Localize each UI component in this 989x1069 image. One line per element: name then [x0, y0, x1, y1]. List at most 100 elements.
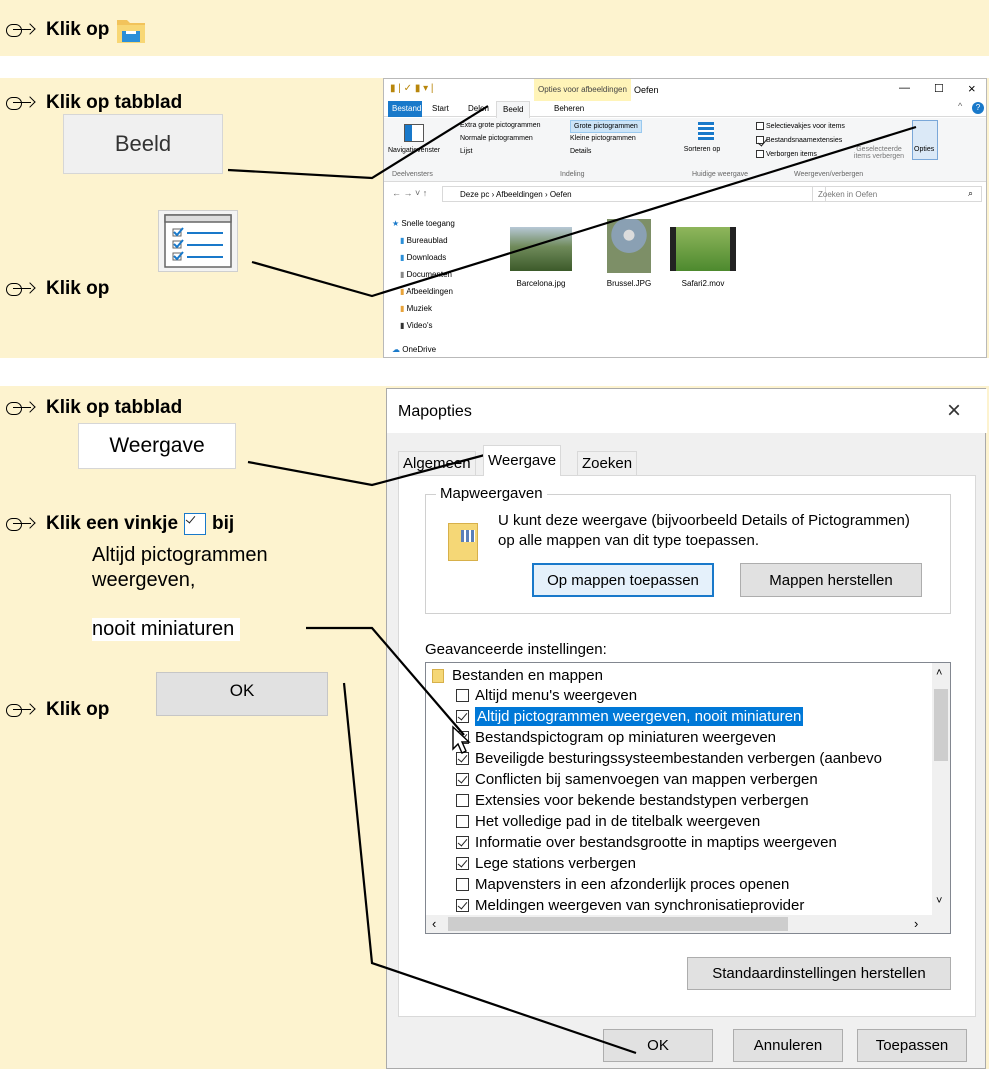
navigation-pane-label[interactable]: Navigatievenster [388, 147, 440, 154]
step-1-text: Klik op [46, 19, 110, 40]
file-barcelona[interactable]: Barcelona.jpg [510, 227, 572, 288]
nav-item-downloads[interactable]: ▮ Downloads [400, 253, 446, 262]
group-indeling: Indeling [560, 171, 585, 178]
scroll-left-icon[interactable]: ‹ [432, 916, 436, 931]
cancel-button[interactable]: Annuleren [733, 1029, 843, 1062]
check-selectievakjes[interactable]: Selectievakjes voor items [756, 122, 845, 130]
check-extensies[interactable]: Bestandsnaamextensies [756, 136, 842, 144]
advanced-settings-tree[interactable]: Bestanden en mappen Altijd menu's weerge… [425, 662, 951, 934]
setting-row-7[interactable]: Informatie over bestandsgrootte in mapti… [456, 832, 837, 853]
options-ribbon-button[interactable] [912, 120, 938, 160]
file-explorer-icon[interactable] [115, 14, 147, 46]
step-5-text-a: Klik een vinkje [46, 513, 179, 534]
help-icon[interactable]: ? [972, 102, 984, 114]
nav-item-desktop[interactable]: ▮ Bureaublad [400, 236, 448, 245]
nav-item-onedrive[interactable]: ☁ OneDrive [392, 345, 436, 354]
folder-options-dialog: Mapopties × Algemeen Weergave Zoeken Map… [386, 388, 987, 1069]
layout-list[interactable]: Lijst [460, 148, 472, 155]
scroll-down-icon[interactable]: ˅ [936, 895, 942, 907]
nav-item-documents[interactable]: ▮ Documenten [400, 270, 452, 279]
sort-icon[interactable] [698, 122, 714, 140]
setting-checkbox-6[interactable] [456, 815, 469, 828]
ok-button-sample[interactable]: OK [156, 672, 328, 716]
checkmark-sample-icon [184, 513, 207, 535]
nav-item-pictures[interactable]: ▮ Afbeeldingen [400, 287, 453, 296]
tab-beeld[interactable]: Beeld [496, 101, 531, 118]
ribbon-collapse-icon[interactable]: ^ [958, 101, 962, 111]
setting-row-0[interactable]: Altijd menu's weergeven [456, 685, 637, 706]
tab-bestand[interactable]: Bestand [388, 101, 422, 117]
setting-checkbox-7[interactable] [456, 836, 469, 849]
setting-row-9[interactable]: Mapvensters in een afzonderlijk proces o… [456, 874, 789, 895]
setting-row-4[interactable]: Conflicten bij samenvoegen van mappen ve… [456, 769, 818, 790]
check-verborgen[interactable]: Verborgen items [756, 150, 817, 158]
setting-checkbox-9[interactable] [456, 878, 469, 891]
setting-checkbox-1[interactable] [456, 710, 469, 723]
minimize-button[interactable]: — [899, 82, 910, 94]
scroll-h-thumb[interactable] [448, 917, 788, 931]
nav-item-videos[interactable]: ▮ Video's [400, 321, 432, 330]
setting-row-6[interactable]: Het volledige pad in de titelbalk weerge… [456, 811, 760, 832]
layout-details[interactable]: Details [570, 148, 591, 155]
quick-access-toolbar-icons[interactable]: ▮ | ✓ ▮ ▾ | [390, 83, 434, 94]
hide-selected-label[interactable]: Geselecteerde items verbergen [850, 146, 908, 160]
layout-gallery: Extra grote pictogrammen Grote pictogram… [454, 120, 674, 164]
search-icon[interactable]: ⌕ [968, 188, 973, 199]
barcelona-label: Barcelona.jpg [516, 279, 566, 288]
options-list-icon [164, 214, 232, 268]
maximize-button[interactable]: ☐ [934, 82, 944, 95]
apply-button[interactable]: Toepassen [857, 1029, 967, 1062]
layout-normal[interactable]: Normale pictogrammen [460, 135, 533, 142]
nav-item-music[interactable]: ▮ Muziek [400, 304, 432, 313]
setting-row-8[interactable]: Lege stations verbergen [456, 853, 636, 874]
tab-delen[interactable]: Delen [468, 104, 489, 113]
brussel-label: Brussel.JPG [606, 279, 652, 288]
scroll-right-icon[interactable]: › [914, 916, 918, 931]
setting-row-2[interactable]: Bestandspictogram op miniaturen weergeve… [456, 727, 776, 748]
tab-algemeen[interactable]: Algemeen [398, 451, 476, 475]
setting-checkbox-5[interactable] [456, 794, 469, 807]
scroll-thumb[interactable] [934, 689, 948, 761]
tree-root[interactable]: Bestanden en mappen [432, 665, 603, 686]
navigation-pane-icon[interactable] [404, 124, 424, 142]
horizontal-scrollbar[interactable]: ‹ › [426, 915, 932, 933]
restore-defaults-button[interactable]: Standaardinstellingen herstellen [687, 957, 951, 990]
dialog-close-button[interactable]: × [947, 397, 961, 425]
apply-to-folders-button[interactable]: Op mappen toepassen [532, 563, 714, 597]
weergave-tab-sample[interactable]: Weergave [78, 423, 236, 469]
brussel-thumbnail [607, 219, 651, 273]
tab-start[interactable]: Start [432, 104, 449, 113]
setting-checkbox-10[interactable] [456, 899, 469, 912]
close-button[interactable]: × [968, 81, 976, 96]
options-button-sample[interactable] [158, 210, 238, 272]
nav-arrows[interactable]: ← → ˅ ↑ [392, 188, 427, 198]
setting-checkbox-4[interactable] [456, 773, 469, 786]
file-brussel[interactable]: Brussel.JPG [598, 219, 660, 288]
nav-item-quick[interactable]: ★ Snelle toegang [392, 219, 455, 228]
layout-small[interactable]: Kleine pictogrammen [570, 135, 636, 142]
vertical-scrollbar[interactable]: ˄ ˅ [932, 663, 950, 915]
scroll-up-icon[interactable]: ˄ [936, 667, 942, 679]
setting-row-10[interactable]: Meldingen weergeven van synchronisatiepr… [456, 895, 804, 916]
setting-row-5[interactable]: Extensies voor bekende bestandstypen ver… [456, 790, 809, 811]
sort-label[interactable]: Sorteren op [682, 146, 722, 153]
option-name-line-2: weergeven, [92, 569, 196, 591]
folder-views-text: U kunt deze weergave (bijvoorbeeld Detai… [498, 512, 910, 549]
ok-button[interactable]: OK [603, 1029, 713, 1062]
tab-zoeken[interactable]: Zoeken [577, 451, 638, 475]
options-ribbon-label[interactable]: Opties [914, 146, 934, 153]
setting-row-3[interactable]: Beveiligde besturingssysteembestanden ve… [456, 748, 882, 769]
step-1: Klik op [6, 14, 147, 46]
tab-beheren[interactable]: Beheren [554, 104, 584, 113]
setting-checkbox-0[interactable] [456, 689, 469, 702]
beeld-tab-sample[interactable]: Beeld [63, 114, 223, 174]
tab-weergave[interactable]: Weergave [483, 445, 562, 476]
layout-large[interactable]: Grote pictogrammen [570, 120, 642, 133]
setting-row-1[interactable]: Altijd pictogrammen weergeven, nooit min… [456, 706, 804, 727]
file-safari[interactable]: Safari2.mov [670, 227, 736, 288]
layout-extra-large[interactable]: Extra grote pictogrammen [460, 122, 541, 129]
folder-views-icon [448, 523, 478, 561]
step-4-text: Klik op tabblad [46, 397, 183, 418]
reset-folders-button[interactable]: Mappen herstellen [740, 563, 922, 597]
setting-checkbox-8[interactable] [456, 857, 469, 870]
